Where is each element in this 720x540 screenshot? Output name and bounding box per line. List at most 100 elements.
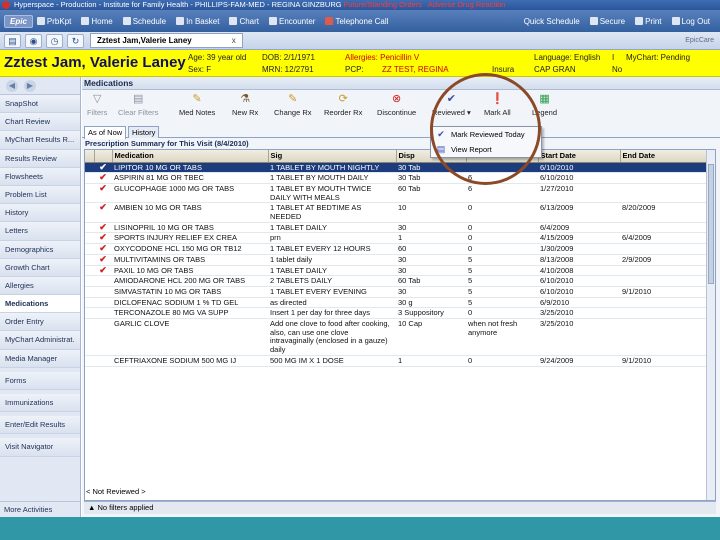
change-rx-button[interactable]: ✎ Change Rx <box>274 93 312 117</box>
forward-arrow-icon[interactable]: ▶ <box>24 79 36 92</box>
refresh-icon[interactable]: ↻ <box>67 33 84 48</box>
menu-encounter[interactable]: Encounter <box>269 17 315 26</box>
table-row[interactable]: ✔ AMBIEN 10 MG OR TABS 1 TABLET AT BEDTIME… <box>85 202 707 223</box>
sidebar-item-results-review[interactable]: Results Review <box>0 149 80 168</box>
vertical-scrollbar[interactable] <box>706 150 715 500</box>
reorder-rx-button[interactable]: ⟳ Reorder Rx <box>324 93 362 117</box>
reviewed-check-icon <box>94 286 112 298</box>
patient-tab[interactable]: Zztest Jam,Valerie Laney x <box>90 33 243 48</box>
epic-menu-button[interactable]: Epic <box>4 14 33 28</box>
sidebar-item-demographics[interactable]: Demographics <box>0 240 80 259</box>
row-select-cell[interactable] <box>85 243 94 255</box>
table-row[interactable]: ✔ LISINOPRIL 10 MG OR TABS 1 TABLET DAILY 3… <box>85 222 707 234</box>
med-notes-button[interactable]: ✎ Med Notes <box>179 93 215 117</box>
sidebar-item-mychart-results[interactable]: MyChart Results R... <box>0 131 80 150</box>
column-header-start-date[interactable]: Start Date <box>538 150 621 163</box>
table-row[interactable]: AMIODARONE HCL 200 MG OR TABS 2 TABLETS D… <box>85 275 707 287</box>
row-select-cell[interactable] <box>85 162 94 174</box>
table-row[interactable]: ✔ LIPITOR 10 MG OR TABS 1 TABLET BY MOUTH … <box>85 162 707 174</box>
sidebar-item-flowsheets[interactable]: Flowsheets <box>0 167 80 186</box>
table-row[interactable]: SIMVASTATIN 10 MG OR TABS 1 TABLET EVERY … <box>85 286 707 298</box>
table-row[interactable]: ✔ SPORTS INJURY RELIEF EX CREA prn 1 0 4/15/2… <box>85 232 707 245</box>
row-select-cell[interactable] <box>85 297 94 309</box>
menu-print[interactable]: Print <box>635 17 662 26</box>
new-rx-button[interactable]: ⚗ New Rx <box>232 93 258 117</box>
menu-schedule[interactable]: Schedule <box>122 17 166 26</box>
sidebar-item-allergies[interactable]: Allergies <box>0 276 80 296</box>
menu-prbkpt[interactable]: PrbKpt <box>36 17 71 26</box>
column-header-sig[interactable]: Sig <box>268 150 397 163</box>
table-row[interactable]: GARLIC CLOVE Add one clove to food after … <box>85 318 707 356</box>
table-row[interactable]: ✔ PAXIL 10 MG OR TABS 1 TABLET DAILY 30 5 4/1… <box>85 265 707 277</box>
row-select-cell[interactable] <box>85 275 94 287</box>
discontinue-button[interactable]: ⊗ Discontinue <box>377 93 416 117</box>
sidebar-item-chart-review[interactable]: Chart Review <box>0 113 80 132</box>
row-select-cell[interactable] <box>85 307 94 320</box>
table-row[interactable]: ✔ OXYCODONE HCL 150 MG OR TB12 1 TABLET EV… <box>85 243 707 255</box>
reviewed-check-icon: ✔ <box>94 265 112 277</box>
table-row[interactable]: ✔ ASPIRIN 81 MG OR TBEC 1 TABLET BY MOUTH … <box>85 172 707 184</box>
table-row[interactable]: TERCONAZOLE 80 MG VA SUPP Insert 1 per da… <box>85 307 707 320</box>
back-arrow-icon[interactable]: ◀ <box>6 79 18 92</box>
window-title: Hyperspace - Production - Institute for … <box>14 0 342 9</box>
table-header-row: Medication Sig Disp Refills Start Date E… <box>85 150 708 163</box>
sidebar-item-history[interactable]: History <box>0 204 80 223</box>
scrollbar-thumb[interactable] <box>708 164 714 284</box>
menu-quick-schedule[interactable]: Quick Schedule <box>524 17 580 26</box>
sidebar-item-immunizations[interactable]: Immunizations <box>0 394 80 413</box>
sidebar-item-mychart-admin[interactable]: MyChart Administrat. <box>0 331 80 350</box>
close-tab-icon[interactable]: x <box>232 36 236 45</box>
adverse-reaction-alert[interactable]: Adverse Drug Reaction <box>428 0 506 9</box>
row-select-cell[interactable] <box>85 172 94 184</box>
row-select-cell[interactable] <box>85 254 94 266</box>
pcp-value[interactable]: ZZ TEST, REGINA <box>382 65 449 74</box>
lock-icon <box>589 17 598 25</box>
sidebar-item-forms[interactable]: Forms <box>0 371 80 390</box>
chart-tab-icon[interactable]: ▤ <box>4 33 21 48</box>
table-row[interactable]: ✔ GLUCOPHAGE 1000 MG OR TABS 1 TABLET BY M… <box>85 183 707 204</box>
future-orders-alert[interactable]: Future/Standing Orders <box>344 0 422 9</box>
filters-button[interactable]: ▽ Filters <box>87 93 107 117</box>
row-select-cell[interactable] <box>85 286 94 298</box>
globe-icon[interactable]: ◉ <box>25 33 42 48</box>
table-row[interactable]: CEFTRIAXONE SODIUM 500 MG IJ 500 MG IM X … <box>85 355 707 367</box>
sidebar-item-growth-chart[interactable]: Growth Chart <box>0 258 80 277</box>
clock-icon[interactable]: ◷ <box>46 33 63 48</box>
menu-home[interactable]: Home <box>81 17 113 26</box>
window-title-bar: Hyperspace - Production - Institute for … <box>0 0 720 10</box>
clear-filters-button[interactable]: ▤ Clear Filters <box>118 93 158 117</box>
patient-dob: DOB: 2/1/1971 <box>262 53 315 62</box>
sidebar-item-media-manager[interactable]: Media Manager <box>0 349 80 368</box>
row-select-cell[interactable] <box>85 183 94 204</box>
menu-log-out[interactable]: Log Out <box>671 17 710 26</box>
sidebar-item-snapshot[interactable]: SnapShot <box>0 95 80 114</box>
sidebar-item-enter-edit-results[interactable]: Enter/Edit Results <box>0 416 80 435</box>
column-header-select[interactable] <box>85 150 95 163</box>
table-row[interactable]: DICLOFENAC SODIUM 1 % TD GEL as directed 3… <box>85 297 707 309</box>
sidebar-item-problem-list[interactable]: Problem List <box>0 185 80 205</box>
sig-cell: prn <box>268 232 396 245</box>
column-header-status[interactable] <box>94 150 113 163</box>
row-select-cell[interactable] <box>85 318 94 356</box>
filter-icon: ▽ <box>92 93 102 105</box>
table-row[interactable]: ✔ MULTIVITAMINS OR TABS 1 tablet daily 30 5 8… <box>85 254 707 266</box>
row-select-cell[interactable] <box>85 232 94 245</box>
sidebar-item-visit-navigator[interactable]: Visit Navigator <box>0 438 80 457</box>
patient-allergies[interactable]: Allergies: Penicillin V <box>345 53 419 62</box>
tab-as-of-now[interactable]: As of Now <box>84 126 127 139</box>
menu-telephone-call[interactable]: Telephone Call <box>325 17 388 26</box>
row-select-cell[interactable] <box>85 355 94 367</box>
tab-history[interactable]: History <box>128 126 160 138</box>
sidebar-item-medications[interactable]: Medications <box>0 295 80 314</box>
sidebar-item-order-entry[interactable]: Order Entry <box>0 313 80 332</box>
row-select-cell[interactable] <box>85 202 94 223</box>
row-select-cell[interactable] <box>85 265 94 277</box>
row-select-cell[interactable] <box>85 222 94 234</box>
column-header-medication[interactable]: Medication <box>112 150 269 163</box>
menu-secure[interactable]: Secure <box>589 17 625 26</box>
more-activities-button[interactable]: More Activities <box>0 501 80 517</box>
sidebar-item-letters[interactable]: Letters <box>0 222 80 241</box>
column-header-end-date[interactable]: End Date <box>620 150 708 163</box>
menu-chart[interactable]: Chart <box>229 17 259 26</box>
menu-in-basket[interactable]: In Basket <box>176 17 219 26</box>
